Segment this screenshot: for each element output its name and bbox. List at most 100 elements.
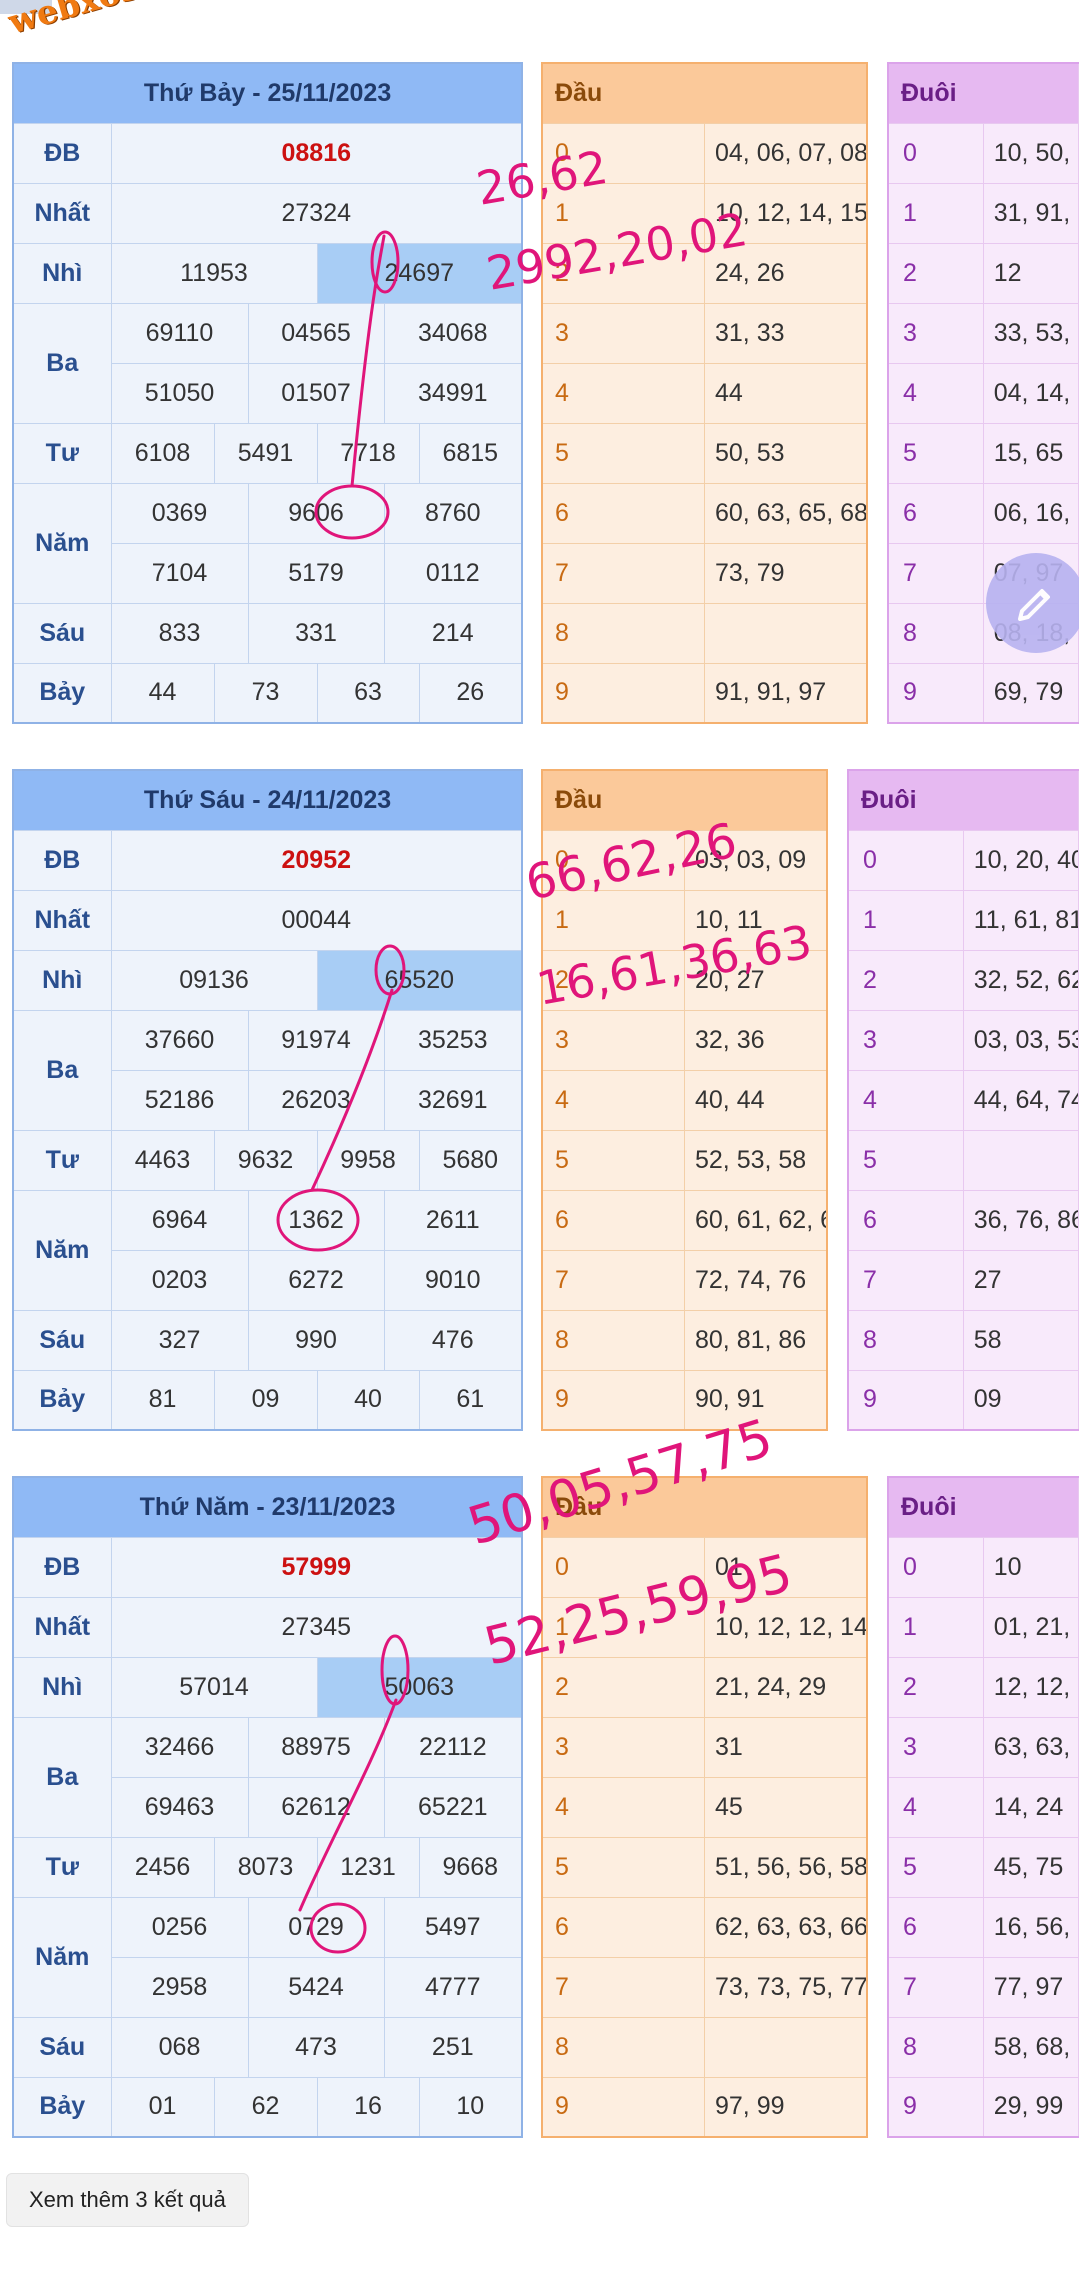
load-more-button[interactable]: Xem thêm 3 kết quả: [6, 2173, 249, 2227]
duoi-values: 03, 03, 53, 63: [962, 1009, 1079, 1071]
prize-sau-number: 833: [110, 602, 249, 664]
result-date-title: Thứ Sáu - 24/11/2023: [12, 769, 523, 831]
site-logo[interactable]: webxoso.net: [4, 0, 232, 41]
duoi-values: 16, 56, 56: [982, 1896, 1079, 1958]
dau-digit: 6: [541, 482, 705, 544]
dau-values: 73, 79: [704, 542, 868, 604]
duoi-values: 10, 50, 60: [982, 122, 1079, 184]
prize-label-bay: Bảy: [12, 662, 112, 724]
prize-nam-number: 0203: [110, 1249, 249, 1311]
result-table: Thứ Sáu - 24/11/2023 ĐB 20952 Nhất 00044 Nhì 0…: [12, 769, 524, 1431]
duoi-digit: 3: [887, 302, 984, 364]
prize-nhi-number: 09136: [110, 949, 318, 1011]
dau-digit: 2: [541, 949, 685, 1011]
duoi-values: 27: [962, 1249, 1079, 1311]
duoi-digit: 2: [887, 1656, 984, 1718]
prize-sau-number: 214: [383, 602, 523, 664]
duoi-values: 29, 99: [982, 2076, 1079, 2138]
dau-digit: 4: [541, 1776, 705, 1838]
dau-values: [704, 602, 868, 664]
prize-nhi-number: 11953: [110, 242, 318, 304]
prize-ba-number: 04565: [247, 302, 385, 364]
result-table: Thứ Bảy - 25/11/2023 ĐB 08816 Nhất 27324 Nhì 1…: [12, 62, 524, 724]
duoi-digit: 4: [887, 1776, 984, 1838]
duoi-table: Đuôi010, 20, 40, 60111, 61, 81, 91232, 5…: [847, 769, 1079, 1431]
dau-digit: 8: [541, 2016, 705, 2078]
dau-digit: 9: [541, 1369, 685, 1431]
prize-label-nam: Năm: [12, 1896, 112, 2018]
prize-ba-number: 34068: [383, 302, 523, 364]
duoi-values: 04, 14, 24: [982, 362, 1079, 424]
dau-header: Đầu: [541, 769, 828, 831]
duoi-digit: 1: [847, 889, 964, 951]
duoi-digit: 9: [847, 1369, 964, 1431]
prize-bay-number: 26: [418, 662, 523, 724]
prize-ba-number: 62612: [247, 1776, 385, 1838]
dau-values: 10, 12, 14, 15, 16, 18: [704, 182, 868, 244]
prize-nam-number: 8760: [383, 482, 523, 544]
prize-ba-number: 65221: [383, 1776, 523, 1838]
prize-tu-number: 2456: [110, 1836, 215, 1898]
duoi-digit: 5: [887, 422, 984, 484]
prize-bay-number: 61: [418, 1369, 523, 1431]
dau-digit: 0: [541, 1536, 705, 1598]
duoi-values: 69, 79: [982, 662, 1079, 724]
duoi-digit: 4: [887, 362, 984, 424]
dau-values: 51, 56, 56, 58: [704, 1836, 868, 1898]
dau-values: 60, 61, 62, 63, 64: [684, 1189, 828, 1251]
dau-digit: 7: [541, 542, 705, 604]
dau-values: 80, 81, 86: [684, 1309, 828, 1371]
duoi-digit: 9: [887, 2076, 984, 2138]
prize-tu-number: 1231: [316, 1836, 420, 1898]
prize-label-tu: Tư: [12, 1129, 112, 1191]
duoi-values: 36, 76, 86: [962, 1189, 1079, 1251]
duoi-values: 15, 65: [982, 422, 1079, 484]
prize-ba-number: 91974: [247, 1009, 385, 1071]
dau-table: Đầu001110, 12, 12, 14, 16221, 24, 293314…: [541, 1476, 868, 2138]
prize-nam-number: 9010: [383, 1249, 523, 1311]
prize-nam-number: 0112: [383, 542, 523, 604]
prize-bay-number: 09: [213, 1369, 318, 1431]
prize-bay-number: 01: [110, 2076, 215, 2138]
prize-label-tu: Tư: [12, 422, 112, 484]
prize-nam-number: 4777: [383, 1956, 523, 2018]
dau-values: 50, 53: [704, 422, 868, 484]
prize-ba-number: 34991: [383, 362, 523, 424]
duoi-values: 09: [962, 1369, 1079, 1431]
duoi-digit: 7: [887, 542, 984, 604]
dau-values: 73, 73, 75, 77: [704, 1956, 868, 2018]
duoi-digit: 5: [887, 1836, 984, 1898]
dau-values: 32, 36: [684, 1009, 828, 1071]
prize-ba-number: 32691: [383, 1069, 523, 1131]
dau-digit: 6: [541, 1896, 705, 1958]
prize-label-nam: Năm: [12, 1189, 112, 1311]
duoi-values: 44, 64, 74: [962, 1069, 1079, 1131]
edit-fab-button[interactable]: [986, 553, 1079, 653]
prize-label-nhi: Nhì: [12, 1656, 112, 1718]
prize-sau-number: 476: [383, 1309, 523, 1371]
duoi-values: 33, 53, 63: [982, 302, 1079, 364]
dau-values: 03, 03, 09: [684, 829, 828, 891]
prize-nam-number: 6272: [247, 1249, 385, 1311]
dau-digit: 4: [541, 1069, 685, 1131]
duoi-digit: 2: [887, 242, 984, 304]
prize-tu-number: 4463: [110, 1129, 215, 1191]
prize-label-tu: Tư: [12, 1836, 112, 1898]
duoi-digit: 5: [847, 1129, 964, 1191]
prize-sau-number: 331: [247, 602, 385, 664]
duoi-header: Đuôi: [887, 1476, 1079, 1538]
pencil-icon: [1018, 589, 1050, 621]
result-date-title: Thứ Năm - 23/11/2023: [12, 1476, 523, 1538]
prize-sau-number: 251: [383, 2016, 523, 2078]
dau-digit: 2: [541, 1656, 705, 1718]
dau-digit: 1: [541, 889, 685, 951]
prize-label-db: ĐB: [12, 122, 112, 184]
dau-values: [704, 2016, 868, 2078]
prize-nam-number: 0256: [110, 1896, 249, 1958]
dau-values: 62, 63, 63, 66, 68, 68: [704, 1896, 868, 1958]
prize-db-number: 57999: [110, 1536, 523, 1598]
duoi-table: Đuôi010101, 21, 31212, 12, 62363, 63, 73…: [887, 1476, 1079, 2138]
dau-digit: 3: [541, 302, 705, 364]
prize-label-bay: Bảy: [12, 1369, 112, 1431]
dau-digit: 4: [541, 362, 705, 424]
